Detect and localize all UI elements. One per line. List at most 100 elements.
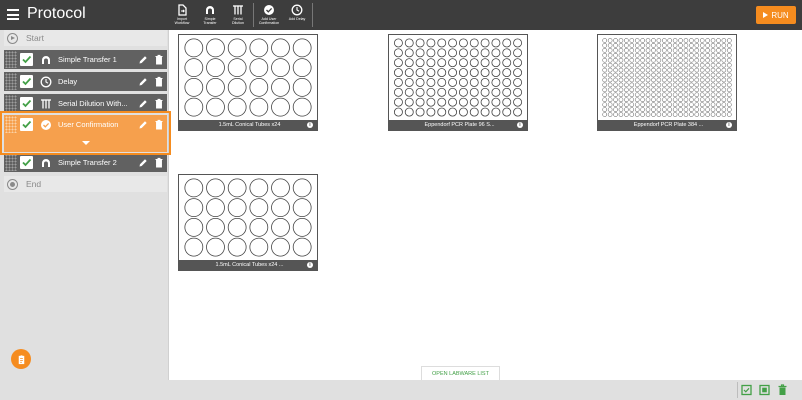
step-simple-transfer-1[interactable]: Simple Transfer 1 — [4, 50, 167, 69]
pencil-icon[interactable] — [138, 76, 148, 87]
well — [694, 97, 700, 102]
well — [672, 107, 678, 112]
well — [227, 97, 247, 117]
step-simple-transfer-2[interactable]: Simple Transfer 2 — [4, 153, 167, 172]
info-icon[interactable]: i — [726, 122, 732, 128]
well — [667, 43, 672, 48]
labware-card[interactable]: Eppendorf PCR Plate 384 ... i — [597, 34, 737, 131]
well — [689, 107, 694, 112]
drag-handle-icon[interactable] — [5, 154, 17, 171]
add-delay-button[interactable]: Add Delay — [283, 0, 311, 30]
well — [404, 38, 414, 48]
drag-handle-icon[interactable] — [5, 116, 17, 133]
well — [678, 72, 683, 78]
open-labware-list-button[interactable]: OPEN LABWARE LIST — [421, 366, 500, 380]
well — [624, 48, 629, 53]
step-enabled-checkbox[interactable] — [20, 53, 33, 66]
well — [629, 72, 635, 78]
well — [607, 92, 613, 98]
well — [699, 38, 705, 43]
well — [634, 102, 640, 107]
well — [699, 92, 705, 98]
well — [426, 78, 436, 87]
well — [645, 112, 651, 117]
well — [624, 102, 629, 107]
step-enabled-checkbox[interactable] — [20, 75, 33, 88]
well — [634, 82, 640, 88]
info-icon[interactable]: i — [307, 122, 313, 128]
well — [656, 38, 662, 43]
well — [206, 97, 225, 117]
well — [426, 97, 436, 107]
pencil-icon[interactable] — [138, 54, 148, 65]
step-enabled-checkbox[interactable] — [20, 97, 33, 110]
import-workflow-button[interactable]: Import Workflow — [168, 0, 196, 30]
notes-fab-button[interactable] — [11, 349, 31, 369]
labware-card[interactable]: 1.5mL Conical Tubes x24 i — [178, 34, 318, 131]
run-button[interactable]: RUN — [756, 6, 796, 24]
step-serial-dilution[interactable]: Serial Dilution With... — [4, 94, 167, 113]
well — [689, 87, 694, 93]
trash-icon[interactable] — [154, 54, 164, 65]
trash-icon[interactable] — [154, 76, 164, 87]
trash-icon[interactable] — [154, 119, 164, 130]
well — [640, 82, 645, 88]
add-user-confirmation-button[interactable]: Add User Confirmation — [255, 0, 283, 30]
well — [469, 38, 479, 48]
well — [699, 97, 705, 102]
well — [613, 92, 618, 98]
well — [271, 58, 290, 78]
well — [710, 43, 716, 48]
labware-card[interactable]: Eppendorf PCR Plate 96 S... i — [388, 34, 528, 131]
select-all-icon[interactable] — [741, 384, 752, 396]
well — [502, 87, 512, 97]
well — [607, 87, 613, 93]
info-icon[interactable]: i — [307, 262, 313, 268]
well — [618, 72, 624, 78]
well — [699, 48, 705, 53]
well — [721, 87, 727, 93]
drag-handle-icon[interactable] — [5, 95, 17, 112]
well — [491, 97, 501, 107]
pencil-icon[interactable] — [138, 98, 148, 109]
expand-step-button[interactable] — [4, 134, 167, 152]
hamburger-menu-icon[interactable] — [7, 9, 19, 20]
well — [502, 68, 512, 78]
well — [645, 53, 651, 58]
well — [404, 58, 414, 68]
trash-icon[interactable] — [154, 98, 164, 109]
well — [624, 107, 629, 112]
well — [271, 97, 290, 117]
deselect-icon[interactable] — [759, 384, 770, 396]
well — [271, 178, 290, 198]
pencil-icon[interactable] — [138, 119, 148, 130]
step-enabled-checkbox[interactable] — [20, 156, 33, 169]
delete-selected-icon[interactable] — [777, 384, 788, 396]
well — [662, 53, 667, 58]
info-icon[interactable]: i — [517, 122, 523, 128]
drag-handle-icon[interactable] — [5, 73, 17, 90]
well — [678, 53, 683, 58]
well — [640, 53, 645, 58]
labware-card[interactable]: 1.5mL Conical Tubes x24 ... i — [178, 174, 318, 271]
well — [634, 62, 640, 68]
step-delay[interactable]: Delay — [4, 72, 167, 91]
serial-dilution-button[interactable]: Serial Dilution — [224, 0, 252, 30]
simple-transfer-button[interactable]: Simple Transfer — [196, 0, 224, 30]
well — [206, 178, 225, 198]
well — [227, 58, 247, 78]
trash-icon[interactable] — [154, 157, 164, 168]
well — [227, 78, 247, 97]
step-user-confirmation[interactable]: User Confirmation — [4, 115, 167, 134]
well — [689, 62, 694, 68]
step-enabled-checkbox[interactable] — [20, 118, 33, 131]
drag-handle-icon[interactable] — [5, 51, 17, 68]
well — [415, 78, 425, 87]
step-label: Simple Transfer 2 — [58, 158, 117, 167]
well — [689, 53, 694, 58]
well — [710, 92, 716, 98]
well — [721, 72, 727, 78]
pencil-icon[interactable] — [138, 157, 148, 168]
well — [727, 82, 732, 88]
start-label: Start — [26, 33, 44, 43]
